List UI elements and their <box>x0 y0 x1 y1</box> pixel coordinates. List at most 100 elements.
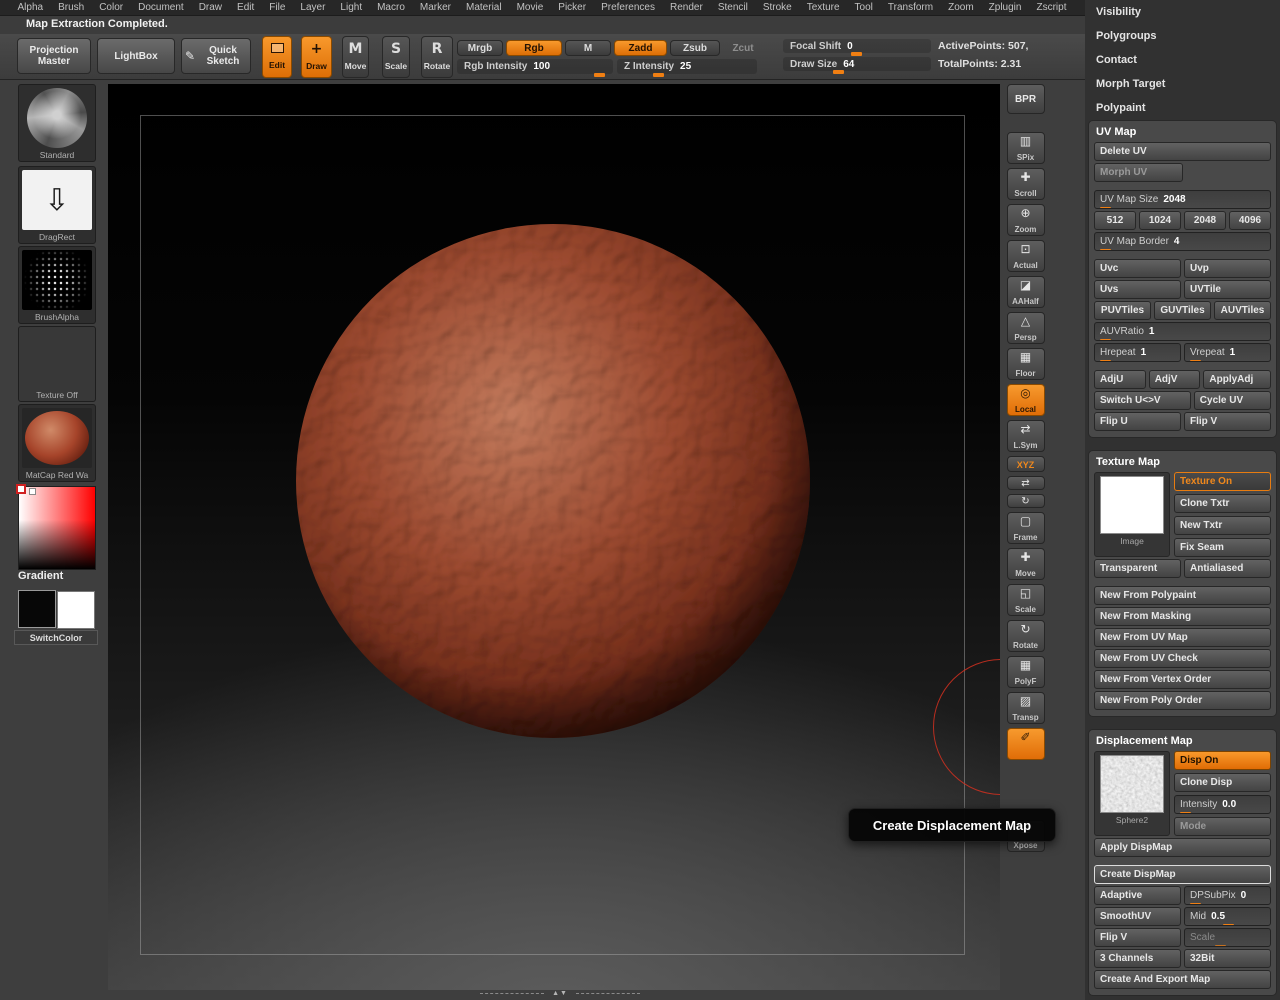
mid-slider[interactable]: Mid 0.5 <box>1184 907 1271 926</box>
guvtiles-button[interactable]: GUVTiles <box>1154 301 1211 320</box>
draw-mode-button[interactable]: + Draw <box>301 36 332 78</box>
morph-target-subpalette[interactable]: Morph Target <box>1085 72 1280 96</box>
clone-txtr-button[interactable]: Clone Txtr <box>1174 494 1271 513</box>
new-txtr-button[interactable]: New Txtr <box>1174 516 1271 535</box>
flip-v-button[interactable]: Flip V <box>1184 412 1271 431</box>
hrepeat-slider[interactable]: Hrepeat 1 <box>1094 343 1181 362</box>
clone-disp-button[interactable]: Clone Disp <box>1174 773 1271 792</box>
mrgb-button[interactable]: Mrgb <box>457 40 503 56</box>
slider-handle[interactable] <box>1100 249 1111 250</box>
quick-sketch-button[interactable]: ✎ Quick Sketch <box>181 38 251 74</box>
menu-item[interactable]: File <box>262 2 293 13</box>
local-pivot-button[interactable]: ◎ Local <box>1006 384 1045 416</box>
focal-shift-slider[interactable]: Focal Shift 0 <box>783 39 931 56</box>
menu-item[interactable]: Tool <box>847 2 880 13</box>
menu-item[interactable]: Stencil <box>710 2 755 13</box>
bit-depth-button[interactable]: 32Bit <box>1184 949 1271 968</box>
menu-item[interactable]: Brush <box>51 2 92 13</box>
disp-flip-v-button[interactable]: Flip V <box>1094 928 1181 947</box>
z-intensity-slider[interactable]: Z Intensity 25 <box>617 59 757 77</box>
menu-item[interactable]: Zscript <box>1029 2 1074 13</box>
menu-item[interactable]: Layer <box>293 2 333 13</box>
draw-size-slider[interactable]: Draw Size 64 <box>783 57 931 74</box>
disp-on-button[interactable]: Disp On <box>1174 751 1271 770</box>
scroll-button[interactable]: ✚ Scroll <box>1006 168 1045 200</box>
slider-handle[interactable] <box>1100 360 1111 361</box>
polygroups-subpalette[interactable]: Polygroups <box>1085 24 1280 48</box>
sphere-model[interactable] <box>293 221 813 741</box>
puvtiles-button[interactable]: PUVTiles <box>1094 301 1151 320</box>
menu-item[interactable]: Transform <box>880 2 940 13</box>
new-from-masking-button[interactable]: New From Masking <box>1094 607 1271 626</box>
menu-item[interactable]: Render <box>663 2 711 13</box>
adaptive-button[interactable]: Adaptive <box>1094 886 1181 905</box>
applyadj-button[interactable]: ApplyAdj <box>1203 370 1271 389</box>
zadd-button[interactable]: Zadd <box>614 40 667 56</box>
slider-handle[interactable] <box>1214 945 1226 946</box>
fix-seam-button[interactable]: Fix Seam <box>1174 538 1271 557</box>
displacement-map-header[interactable]: Displacement Map <box>1096 735 1271 747</box>
menu-item[interactable]: Alpha <box>10 2 51 13</box>
create-dispmap-button[interactable]: Create DispMap <box>1094 865 1271 884</box>
slider-handle[interactable] <box>1190 360 1201 361</box>
menu-item[interactable]: Preferences <box>594 2 663 13</box>
disp-intensity-slider[interactable]: Intensity 0.0 <box>1174 795 1271 814</box>
create-and-export-map-button[interactable]: Create And Export Map <box>1094 970 1271 989</box>
zsub-button[interactable]: Zsub <box>670 40 720 56</box>
current-texture-tile[interactable]: Texture Off <box>18 326 96 402</box>
move-mode-button[interactable]: M Move <box>342 36 369 78</box>
vrepeat-slider[interactable]: Vrepeat 1 <box>1184 343 1271 362</box>
channels-button[interactable]: 3 Channels <box>1094 949 1181 968</box>
new-from-poly-order-button[interactable]: New From Poly Order <box>1094 691 1271 710</box>
m-button[interactable]: M <box>565 40 611 56</box>
floor-button[interactable]: ▦ Floor <box>1006 348 1045 380</box>
gradient-label[interactable]: Gradient <box>18 570 63 582</box>
ghost-button[interactable]: ✐ <box>1006 728 1045 760</box>
smoothuv-button[interactable]: SmoothUV <box>1094 907 1181 926</box>
adju-button[interactable]: AdjU <box>1094 370 1146 389</box>
menu-item[interactable]: Picker <box>551 2 594 13</box>
zoom-button[interactable]: ⊕ Zoom <box>1006 204 1045 236</box>
cycle-uv-button[interactable]: Cycle UV <box>1193 391 1271 410</box>
uv-map-header[interactable]: UV Map <box>1096 126 1271 138</box>
uv-size-512-button[interactable]: 512 <box>1094 211 1136 230</box>
uv-map-size-slider[interactable]: UV Map Size 2048 <box>1094 190 1271 209</box>
current-brush-tile[interactable]: Standard <box>18 84 96 162</box>
menu-item[interactable]: Material <box>459 2 510 13</box>
disp-scale-slider[interactable]: Scale <box>1184 928 1271 947</box>
dpsubpix-slider[interactable]: DPSubPix 0 <box>1184 886 1271 905</box>
color-picker[interactable] <box>16 484 96 570</box>
texture-map-header[interactable]: Texture Map <box>1096 456 1271 468</box>
uv-size-4096-button[interactable]: 4096 <box>1229 211 1271 230</box>
menu-item[interactable]: Zoom <box>941 2 982 13</box>
transparent-button[interactable]: Transparent <box>1094 559 1181 578</box>
slider-handle[interactable] <box>1223 924 1235 925</box>
menu-item[interactable]: Draw <box>191 2 229 13</box>
uvp-button[interactable]: Uvp <box>1184 259 1271 278</box>
slider-handle[interactable] <box>1100 339 1111 340</box>
adjv-button[interactable]: AdjV <box>1148 370 1201 389</box>
persp-button[interactable]: △ Persp <box>1006 312 1045 344</box>
uvc-button[interactable]: Uvc <box>1094 259 1181 278</box>
lsym-button[interactable]: ⇄ L.Sym <box>1006 420 1045 452</box>
current-stroke-tile[interactable]: ⇩ DragRect <box>18 166 96 244</box>
menu-item[interactable]: Stroke <box>755 2 799 13</box>
menu-item[interactable]: Zplugin <box>981 2 1029 13</box>
slider-handle[interactable] <box>1180 812 1191 813</box>
secondary-color-swatch[interactable] <box>57 591 95 629</box>
uv-map-border-slider[interactable]: UV Map Border 4 <box>1094 232 1271 251</box>
new-from-uv-check-button[interactable]: New From UV Check <box>1094 649 1271 668</box>
menu-item[interactable]: Color <box>92 2 131 13</box>
apply-dispmap-button[interactable]: Apply DispMap <box>1094 838 1271 857</box>
morph-uv-button[interactable]: Morph UV <box>1094 163 1183 182</box>
menu-item[interactable]: Movie <box>509 2 551 13</box>
menu-item[interactable]: Texture <box>799 2 847 13</box>
menu-item[interactable]: Marker <box>412 2 458 13</box>
uvs-button[interactable]: Uvs <box>1094 280 1181 299</box>
slider-handle[interactable] <box>833 70 845 74</box>
move-view-button[interactable]: ✚ Move <box>1006 548 1045 580</box>
current-alpha-tile[interactable]: BrushAlpha <box>18 246 96 324</box>
rgb-button[interactable]: Rgb <box>506 40 562 56</box>
uv-size-2048-button[interactable]: 2048 <box>1184 211 1226 230</box>
polypaint-subpalette[interactable]: Polypaint <box>1085 96 1280 120</box>
